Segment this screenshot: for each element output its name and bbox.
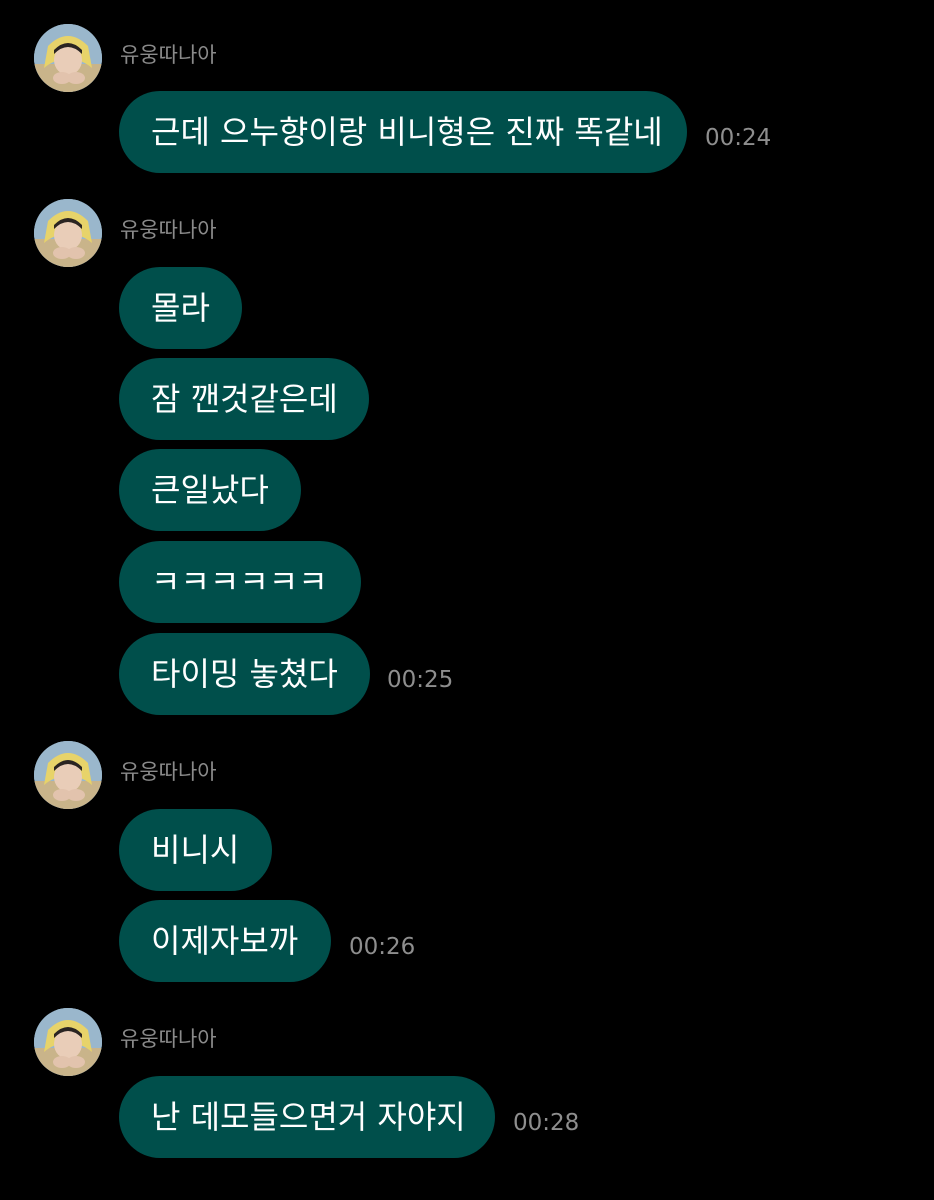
sender-name: 유웅따나아 (120, 218, 217, 242)
sender-avatar[interactable] (34, 24, 102, 92)
sender-name: 유웅따나아 (120, 760, 217, 784)
sender-avatar[interactable] (34, 741, 102, 809)
message-bubble[interactable]: 큰일났다 (119, 449, 301, 531)
avatar-photo-icon (34, 741, 102, 809)
message-timestamp: 00:26 (349, 934, 416, 960)
message-bubble[interactable]: ㅋㅋㅋㅋㅋㅋ (119, 541, 361, 623)
sender-name: 유웅따나아 (120, 1027, 217, 1051)
avatar-photo-icon (34, 199, 102, 267)
message-bubble[interactable]: 근데 으누향이랑 비니형은 진짜 똑같네 (119, 91, 687, 173)
message-bubble[interactable]: 이제자보까 (119, 900, 331, 982)
sender-avatar[interactable] (34, 1008, 102, 1076)
message-bubble[interactable]: 비니시 (119, 809, 272, 891)
message-bubble[interactable]: 잠 깬것같은데 (119, 358, 369, 440)
message-timestamp: 00:24 (705, 125, 772, 151)
sender-avatar[interactable] (34, 199, 102, 267)
message-bubble[interactable]: 난 데모들으면거 자야지 (119, 1076, 495, 1158)
message-timestamp: 00:25 (387, 667, 454, 693)
message-bubble[interactable]: 몰라 (119, 267, 242, 349)
message-timestamp: 00:28 (513, 1110, 580, 1136)
avatar-photo-icon (34, 1008, 102, 1076)
avatar-photo-icon (34, 24, 102, 92)
sender-name: 유웅따나아 (120, 43, 217, 67)
message-bubble[interactable]: 타이밍 놓쳤다 (119, 633, 370, 715)
chat-thread: 유웅따나아 근데 으누향이랑 비니형은 진짜 똑같네 00:24 유웅따나아 몰… (0, 0, 934, 1200)
